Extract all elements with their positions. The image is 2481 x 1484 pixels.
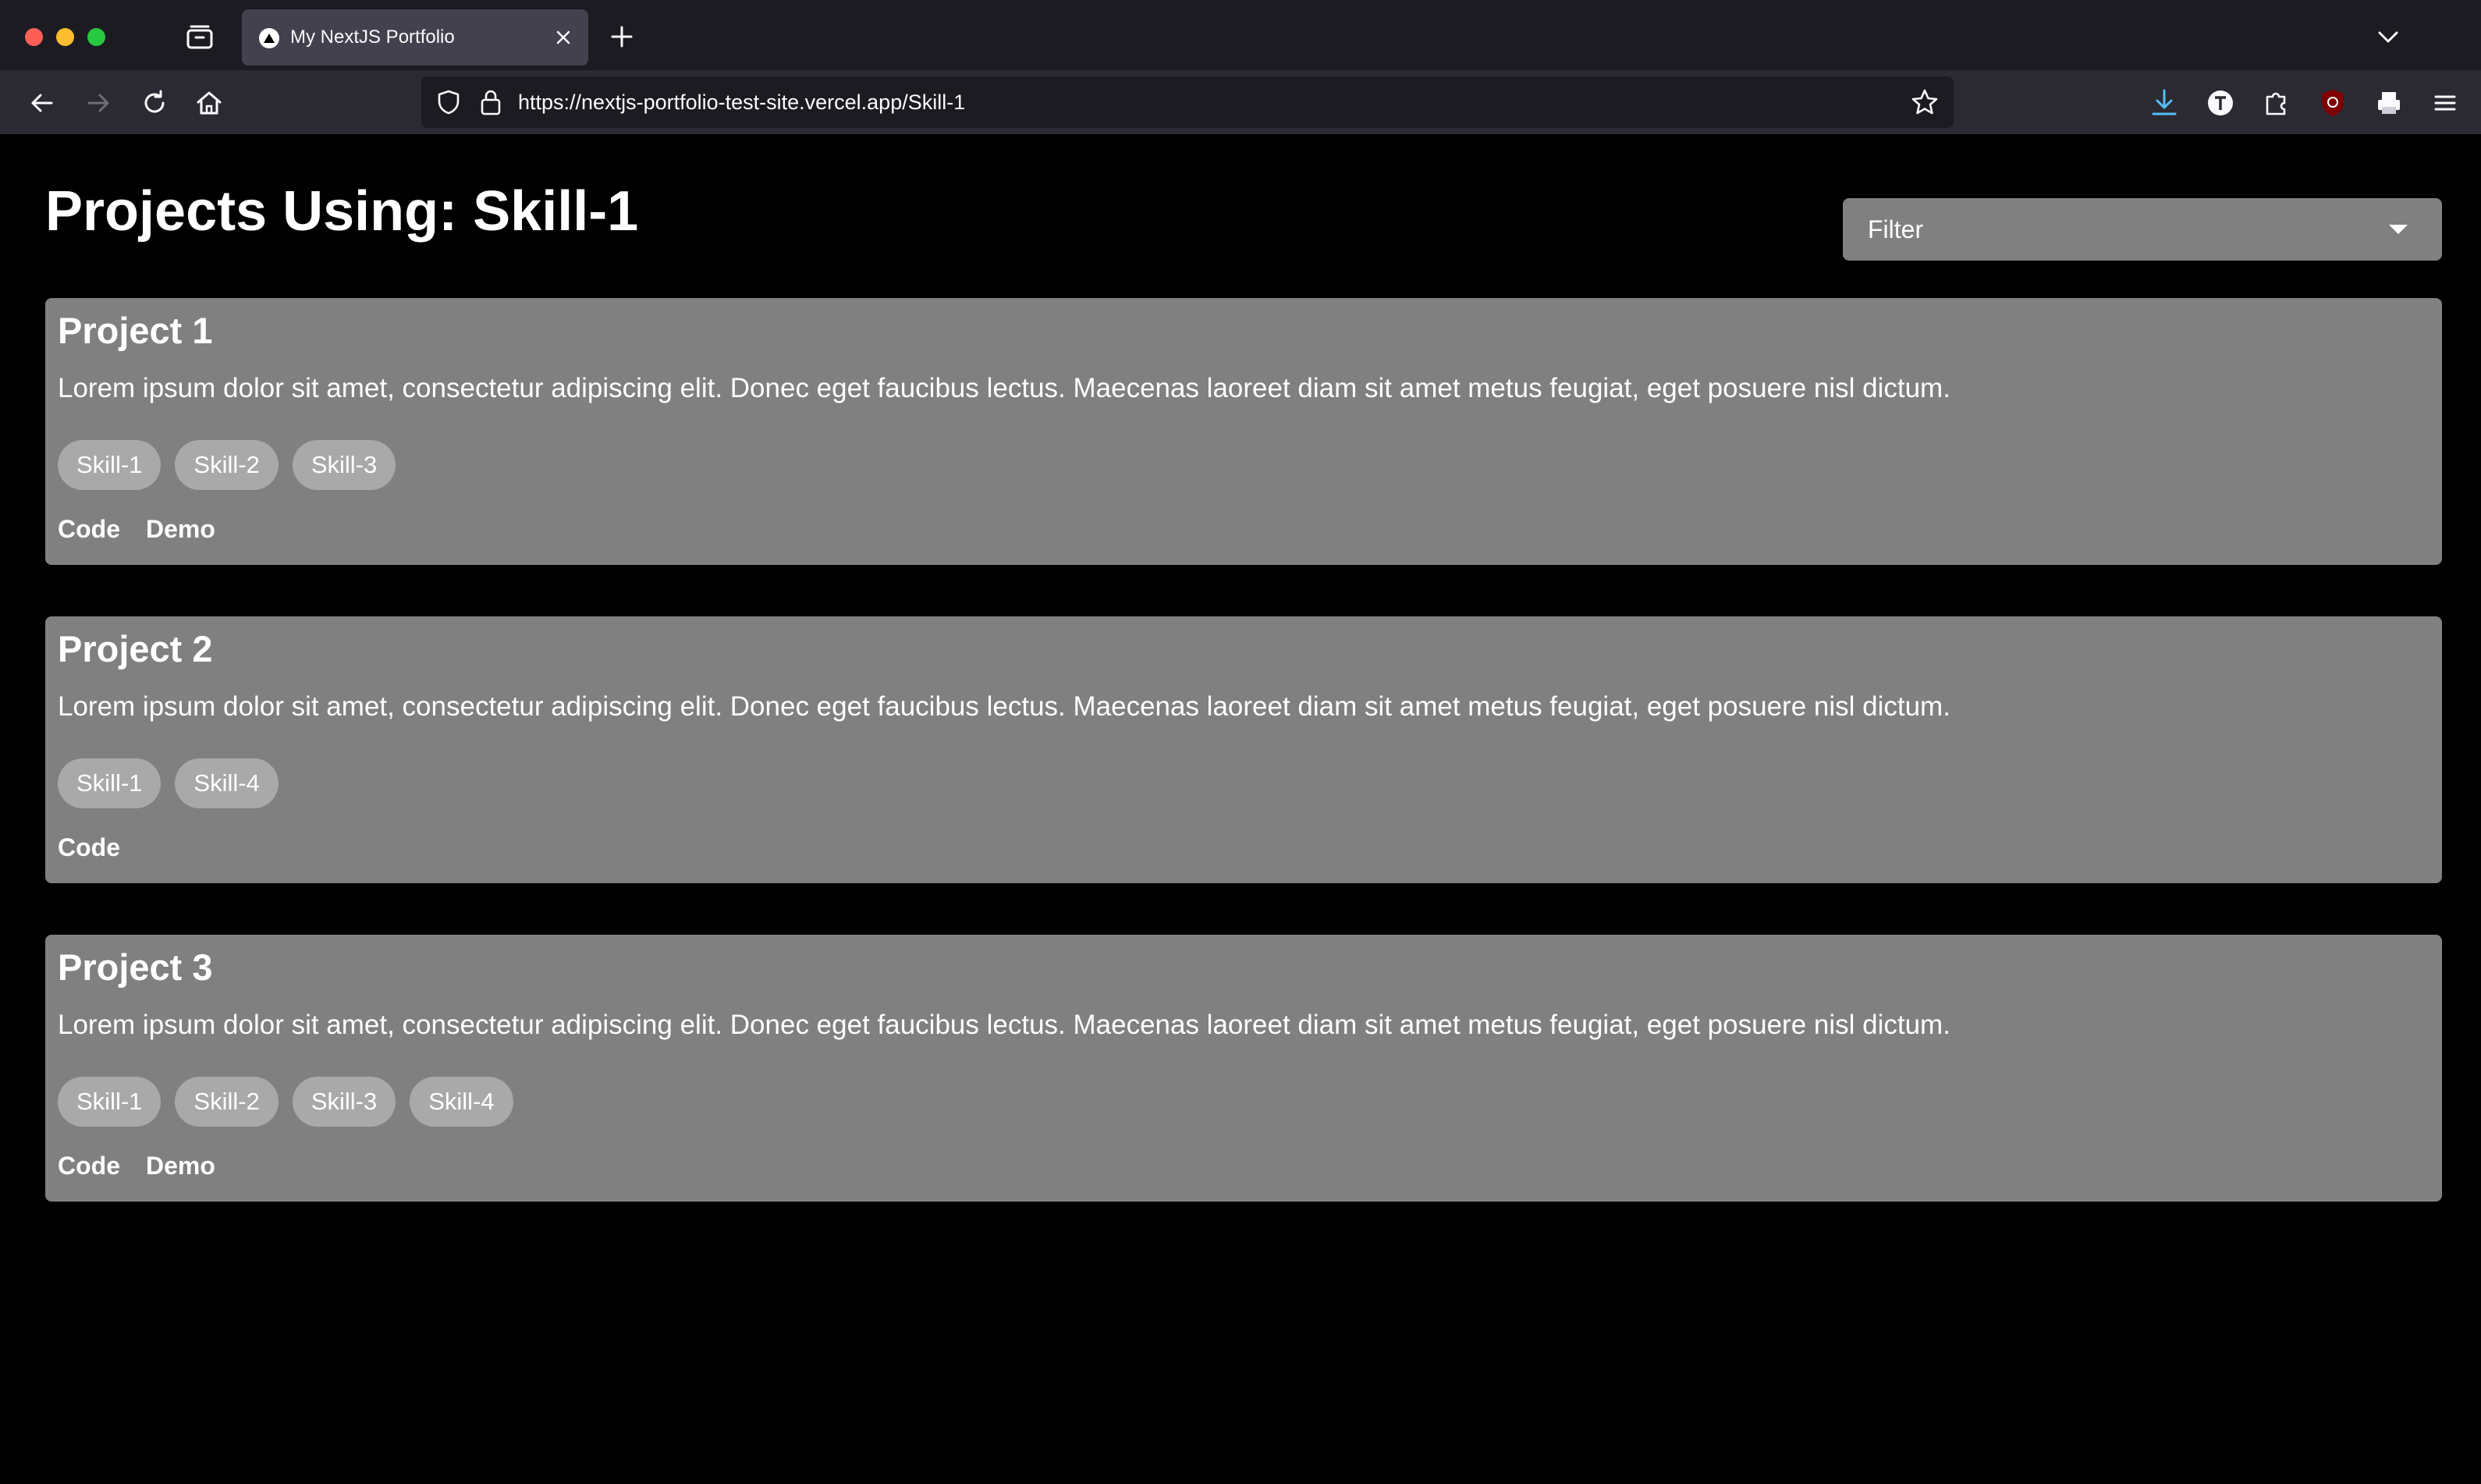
project-title: Project 2 [58, 628, 213, 669]
project-links: Code Demo [58, 515, 215, 544]
skill-chip-list: Skill-1 Skill-2 Skill-3 [58, 440, 396, 490]
project-description: Lorem ipsum dolor sit amet, consectetur … [58, 691, 1950, 722]
hamburger-menu-icon[interactable] [2428, 86, 2462, 120]
project-card: Project 2 Lorem ipsum dolor sit amet, co… [45, 616, 2442, 883]
close-tab-icon[interactable] [552, 27, 574, 48]
skill-chip[interactable]: Skill-1 [58, 440, 161, 490]
skill-chip[interactable]: Skill-3 [292, 440, 396, 490]
browser-tab-bar: My NextJS Portfolio [0, 0, 2481, 70]
home-icon[interactable] [193, 87, 225, 119]
project-description: Lorem ipsum dolor sit amet, consectetur … [58, 1010, 1950, 1040]
filter-dropdown[interactable]: Filter [1843, 198, 2442, 261]
tab-title: My NextJS Portfolio [290, 27, 455, 48]
extensions-puzzle-icon[interactable] [2259, 86, 2294, 120]
project-title: Project 1 [58, 310, 213, 351]
reload-icon[interactable] [139, 87, 170, 119]
project-links: Code Demo [58, 1152, 215, 1180]
demo-link[interactable]: Demo [146, 515, 215, 544]
lock-icon[interactable] [477, 87, 504, 117]
filter-selected-value: Filter [1868, 215, 1924, 243]
ublock-origin-icon[interactable] [2316, 86, 2350, 120]
vercel-favicon-icon [259, 28, 279, 48]
minimize-window-button[interactable] [56, 28, 74, 46]
skill-chip[interactable]: Skill-2 [175, 440, 279, 490]
project-title: Project 3 [58, 946, 213, 988]
skill-chip[interactable]: Skill-2 [175, 1077, 279, 1127]
skill-chip-list: Skill-1 Skill-4 [58, 758, 279, 808]
printer-extension-icon[interactable] [2372, 86, 2406, 120]
list-all-tabs-chevron-icon[interactable] [2375, 25, 2401, 48]
profile-t-icon[interactable] [2203, 86, 2238, 120]
browser-tab-active[interactable]: My NextJS Portfolio [242, 9, 588, 66]
close-window-button[interactable] [25, 28, 43, 46]
project-card: Project 1 Lorem ipsum dolor sit amet, co… [45, 298, 2442, 565]
demo-link[interactable]: Demo [146, 1152, 215, 1180]
project-description: Lorem ipsum dolor sit amet, consectetur … [58, 373, 1950, 403]
zoom-window-button[interactable] [87, 28, 105, 46]
bookmark-star-icon[interactable] [1910, 87, 1940, 117]
page-content: Projects Using: Skill-1 Filter Project 1… [6, 134, 2481, 1484]
project-card: Project 3 Lorem ipsum dolor sit amet, co… [45, 935, 2442, 1202]
forward-arrow-icon[interactable] [83, 87, 114, 119]
tab-overview-icon[interactable] [184, 23, 215, 51]
skill-chip-list: Skill-1 Skill-2 Skill-3 Skill-4 [58, 1077, 513, 1127]
code-link[interactable]: Code [58, 515, 120, 544]
project-links: Code [58, 833, 120, 862]
code-link[interactable]: Code [58, 833, 120, 862]
new-tab-plus-icon[interactable] [609, 23, 635, 50]
url-text[interactable]: https://nextjs-portfolio-test-site.verce… [518, 91, 965, 115]
code-link[interactable]: Code [58, 1152, 120, 1180]
skill-chip[interactable]: Skill-1 [58, 1077, 161, 1127]
caret-down-icon [2389, 225, 2408, 236]
back-arrow-icon[interactable] [27, 87, 58, 119]
skill-chip[interactable]: Skill-1 [58, 758, 161, 808]
downloads-icon[interactable] [2147, 86, 2181, 120]
page-title: Projects Using: Skill-1 [45, 180, 639, 243]
tracking-protection-shield-icon[interactable] [435, 89, 462, 115]
skill-chip[interactable]: Skill-4 [175, 758, 279, 808]
skill-chip[interactable]: Skill-4 [410, 1077, 513, 1127]
skill-chip[interactable]: Skill-3 [292, 1077, 396, 1127]
address-bar[interactable]: https://nextjs-portfolio-test-site.verce… [421, 76, 1954, 128]
